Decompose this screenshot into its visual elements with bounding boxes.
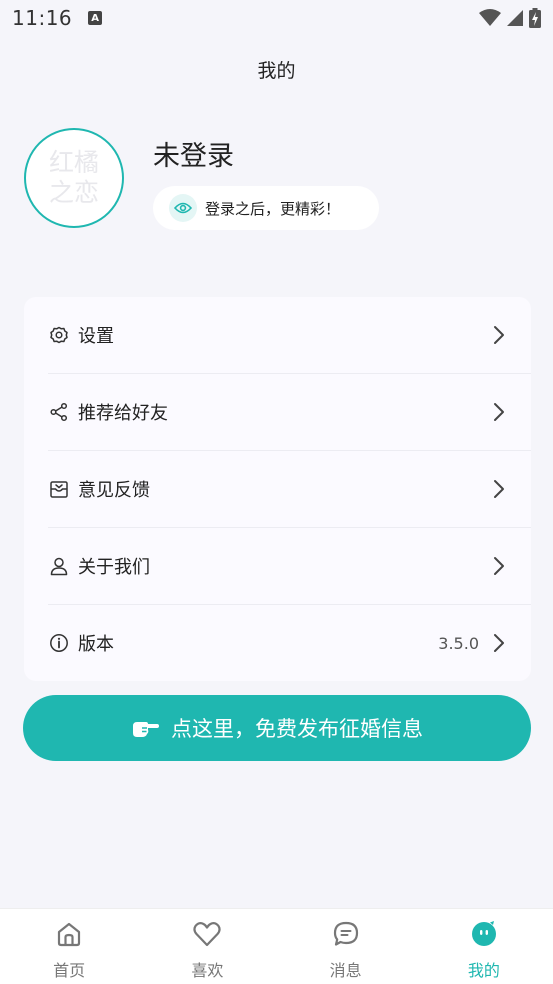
tab-mine[interactable]: 我的 xyxy=(415,909,553,984)
battery-icon xyxy=(529,8,541,28)
pointing-hand-icon xyxy=(133,722,159,737)
cellular-signal-icon xyxy=(507,10,523,26)
login-hint-text: 登录之后，更精彩！ xyxy=(205,199,341,218)
home-icon xyxy=(54,919,84,949)
info-icon xyxy=(48,632,70,654)
avatar-text-line1: 红橘 xyxy=(48,148,99,177)
gear-icon xyxy=(48,324,70,346)
menu-item-about[interactable]: 关于我们 xyxy=(48,528,531,604)
chevron-right-icon xyxy=(489,632,509,654)
message-icon xyxy=(331,919,361,949)
menu-item-label: 设置 xyxy=(78,326,114,347)
menu-item-feedback[interactable]: 意见反馈 xyxy=(48,451,531,527)
menu-item-recommend[interactable]: 推荐给好友 xyxy=(48,374,531,450)
tab-label: 首页 xyxy=(53,961,86,980)
avatar-text-line2: 之恋 xyxy=(48,178,99,207)
menu-item-label: 意见反馈 xyxy=(78,480,150,501)
user-icon xyxy=(48,555,70,577)
tab-home[interactable]: 首页 xyxy=(0,909,138,984)
menu-item-version[interactable]: 版本 3.5.0 xyxy=(48,605,531,681)
status-time: 11:16 xyxy=(12,6,73,30)
chevron-right-icon xyxy=(489,555,509,577)
avatar-logo: 红橘 之恋 xyxy=(31,135,117,221)
avatar[interactable]: 红橘 之恋 xyxy=(24,128,124,228)
heart-icon xyxy=(192,919,222,949)
publish-marriage-info-button[interactable]: 点这里，免费发布征婚信息 xyxy=(23,695,531,761)
tab-label: 喜欢 xyxy=(191,961,224,980)
tab-label: 我的 xyxy=(467,961,500,980)
share-icon xyxy=(48,401,70,423)
tab-label: 消息 xyxy=(329,961,362,980)
menu-card: 设置 推荐给好友 意见反馈 关于我们 版本 3.5.0 xyxy=(24,297,531,681)
menu-item-settings[interactable]: 设置 xyxy=(48,297,531,373)
bottom-nav: 首页 喜欢 消息 我的 xyxy=(0,908,553,984)
status-right xyxy=(479,8,541,28)
menu-item-label: 版本 xyxy=(78,634,114,655)
status-bar: 11:16 A xyxy=(0,0,553,36)
wifi-icon xyxy=(479,9,501,26)
chevron-right-icon xyxy=(489,401,509,423)
mine-icon xyxy=(469,919,499,949)
menu-item-label: 推荐给好友 xyxy=(78,403,168,424)
tab-messages[interactable]: 消息 xyxy=(277,909,415,984)
feedback-inbox-icon xyxy=(48,478,70,500)
chevron-right-icon xyxy=(489,478,509,500)
tab-like[interactable]: 喜欢 xyxy=(138,909,276,984)
version-value: 3.5.0 xyxy=(438,633,479,653)
cta-label: 点这里，免费发布征婚信息 xyxy=(171,717,423,741)
notification-a-icon: A xyxy=(88,11,103,25)
status-left: 11:16 A xyxy=(12,6,103,30)
login-hint-pill[interactable]: 登录之后，更精彩！ xyxy=(153,186,379,230)
chevron-right-icon xyxy=(489,324,509,346)
menu-item-label: 关于我们 xyxy=(78,557,150,578)
profile-name[interactable]: 未登录 xyxy=(153,134,234,173)
eye-icon xyxy=(169,194,197,222)
page-title: 我的 xyxy=(257,60,296,82)
